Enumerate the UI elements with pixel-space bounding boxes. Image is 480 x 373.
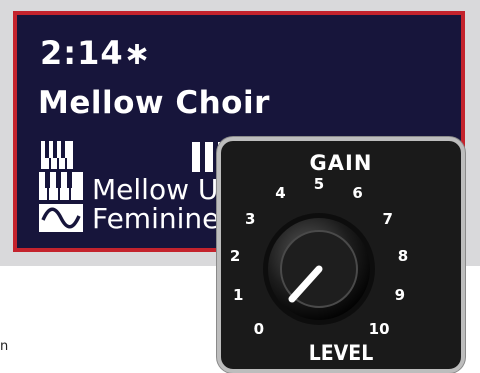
gain-knob-panel: GAIN 0 1 2 3 4 5 6 7 8 9 10 LEVEL xyxy=(217,137,465,373)
wave-name: Feminine xyxy=(92,202,220,235)
clock-time: 2:14∗ xyxy=(40,34,152,72)
gain-knob[interactable] xyxy=(221,141,461,369)
level-label: LEVEL xyxy=(308,341,374,365)
piano-keys-icon xyxy=(39,172,83,200)
sine-wave-icon xyxy=(39,204,83,232)
preset-name: Mellow Choir xyxy=(38,85,270,121)
edge-text: n xyxy=(0,339,9,354)
piano-keys-small-icon xyxy=(41,140,73,170)
